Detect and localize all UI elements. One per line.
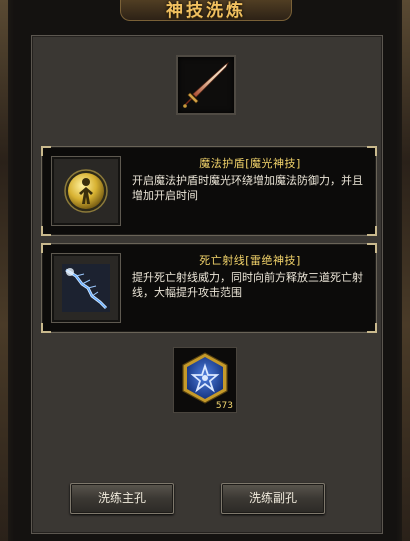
card-corner bbox=[41, 243, 51, 253]
title-plate: 神技洗炼 bbox=[120, 0, 292, 21]
card-corner bbox=[41, 323, 51, 333]
sword-icon bbox=[183, 61, 229, 108]
skill-description: 提升死亡射线威力，同时向前方释放三道死亡射线，大幅提升攻击范围 bbox=[132, 271, 363, 299]
skill-name: 魔法护盾[魔光神技] bbox=[199, 157, 301, 170]
refine-stone-slot[interactable]: 573 bbox=[173, 347, 237, 413]
skill-card-death-ray: 死亡射线[雷绝神技] 提升死亡射线威力，同时向前方释放三道死亡射线，大幅提升攻击… bbox=[41, 243, 377, 333]
card-corner bbox=[367, 323, 377, 333]
card-corner bbox=[367, 226, 377, 236]
card-corner bbox=[41, 146, 51, 156]
refine-main-slot-button[interactable]: 洗练主孔 bbox=[70, 483, 174, 514]
skill-description: 开启魔法护盾时魔光环绕增加魔法防御力，并且增加开启时间 bbox=[132, 174, 363, 202]
frame-border-left bbox=[0, 0, 8, 541]
skill-icon-slot[interactable] bbox=[51, 156, 121, 226]
dialog-frame: 神技洗炼 魔法护盾[魔光神技] 开启魔法护盾时魔光环绕增加魔法防御力，并且增加开… bbox=[0, 0, 410, 541]
card-corner bbox=[41, 226, 51, 236]
equipment-slot[interactable] bbox=[176, 55, 236, 115]
death-ray-icon bbox=[62, 264, 110, 312]
frame-border-right bbox=[402, 0, 410, 541]
skill-name: 死亡射线[雷绝神技] bbox=[199, 254, 301, 267]
skill-icon-slot[interactable] bbox=[51, 253, 121, 323]
skill-card-magic-shield: 魔法护盾[魔光神技] 开启魔法护盾时魔光环绕增加魔法防御力，并且增加开启时间 bbox=[41, 146, 377, 236]
refine-stone-count: 573 bbox=[215, 401, 233, 411]
magic-shield-icon bbox=[64, 169, 108, 213]
refine-sub-slot-button[interactable]: 洗练副孔 bbox=[221, 483, 325, 514]
dialog-title: 神技洗炼 bbox=[166, 1, 246, 21]
